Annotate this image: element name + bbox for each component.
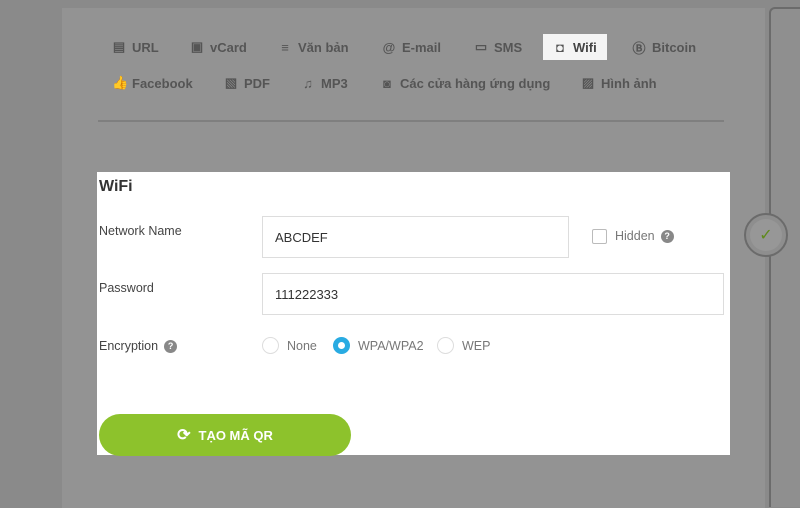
- preview-panel: [769, 7, 800, 507]
- generate-qr-button[interactable]: ⟳ TẠO MÃ QR: [99, 414, 351, 456]
- music-note-icon: ♫: [303, 75, 313, 91]
- divider: [98, 120, 724, 122]
- tab-email[interactable]: @ E-mail: [372, 34, 451, 60]
- image-icon: ▨: [581, 75, 595, 90]
- radio-circle: [262, 337, 279, 354]
- bitcoin-icon: Ⓑ: [632, 40, 646, 56]
- tab-wifi[interactable]: ◘ Wifi: [543, 34, 607, 60]
- tab-vcard[interactable]: ▣ vCard: [180, 34, 257, 60]
- contact-card-icon: ▣: [190, 39, 204, 54]
- message-icon: ▭: [474, 39, 488, 54]
- tab-image[interactable]: ▨ Hình ảnh: [571, 70, 667, 96]
- tab-url[interactable]: ▤ URL: [102, 34, 169, 60]
- encryption-label-group: Encryption ?: [99, 339, 178, 353]
- list-box-icon: ▤: [112, 39, 126, 54]
- help-icon[interactable]: ?: [164, 339, 178, 353]
- wifi-form: WiFi Network Name ABCDEF Hidden ? Passwo…: [97, 172, 730, 456]
- check-icon: ✓: [759, 227, 773, 244]
- encryption-label: Encryption: [99, 339, 159, 353]
- help-icon[interactable]: ?: [660, 229, 674, 243]
- tab-mp3[interactable]: ♫ MP3: [291, 70, 358, 96]
- tab-sms[interactable]: ▭ SMS: [464, 34, 532, 60]
- text-lines-icon: ≡: [281, 39, 289, 55]
- app-store-icon: ◙: [383, 75, 391, 91]
- tab-bitcoin[interactable]: Ⓑ Bitcoin: [622, 34, 706, 60]
- password-input[interactable]: 111222333: [262, 273, 724, 315]
- encryption-wpa-radio[interactable]: WPA/WPA2: [333, 337, 424, 354]
- pdf-icon: ▧: [224, 75, 238, 90]
- network-name-input[interactable]: ABCDEF: [262, 216, 569, 258]
- step-complete-indicator: ✓: [744, 213, 788, 257]
- tab-text[interactable]: ≡ Văn bản: [268, 34, 359, 60]
- radio-circle-selected: [333, 337, 350, 354]
- wifi-icon: ◘: [556, 39, 564, 55]
- password-label: Password: [99, 281, 154, 295]
- thumbs-up-icon: 👍: [112, 75, 129, 90]
- form-title: WiFi: [99, 178, 133, 195]
- encryption-none-radio[interactable]: None: [262, 337, 317, 354]
- tab-facebook[interactable]: 👍 Facebook: [102, 70, 203, 96]
- tab-pdf[interactable]: ▧ PDF: [214, 70, 280, 96]
- encryption-wep-radio[interactable]: WEP: [437, 337, 490, 354]
- radio-circle: [437, 337, 454, 354]
- hidden-option: Hidden ?: [615, 229, 674, 243]
- network-name-label: Network Name: [99, 224, 182, 238]
- refresh-icon: ⟳: [177, 427, 191, 444]
- at-icon: @: [382, 39, 396, 55]
- hidden-checkbox[interactable]: [592, 229, 607, 244]
- hidden-label: Hidden: [615, 229, 655, 243]
- tab-app-stores[interactable]: ◙ Các cửa hàng ứng dụng: [370, 70, 560, 96]
